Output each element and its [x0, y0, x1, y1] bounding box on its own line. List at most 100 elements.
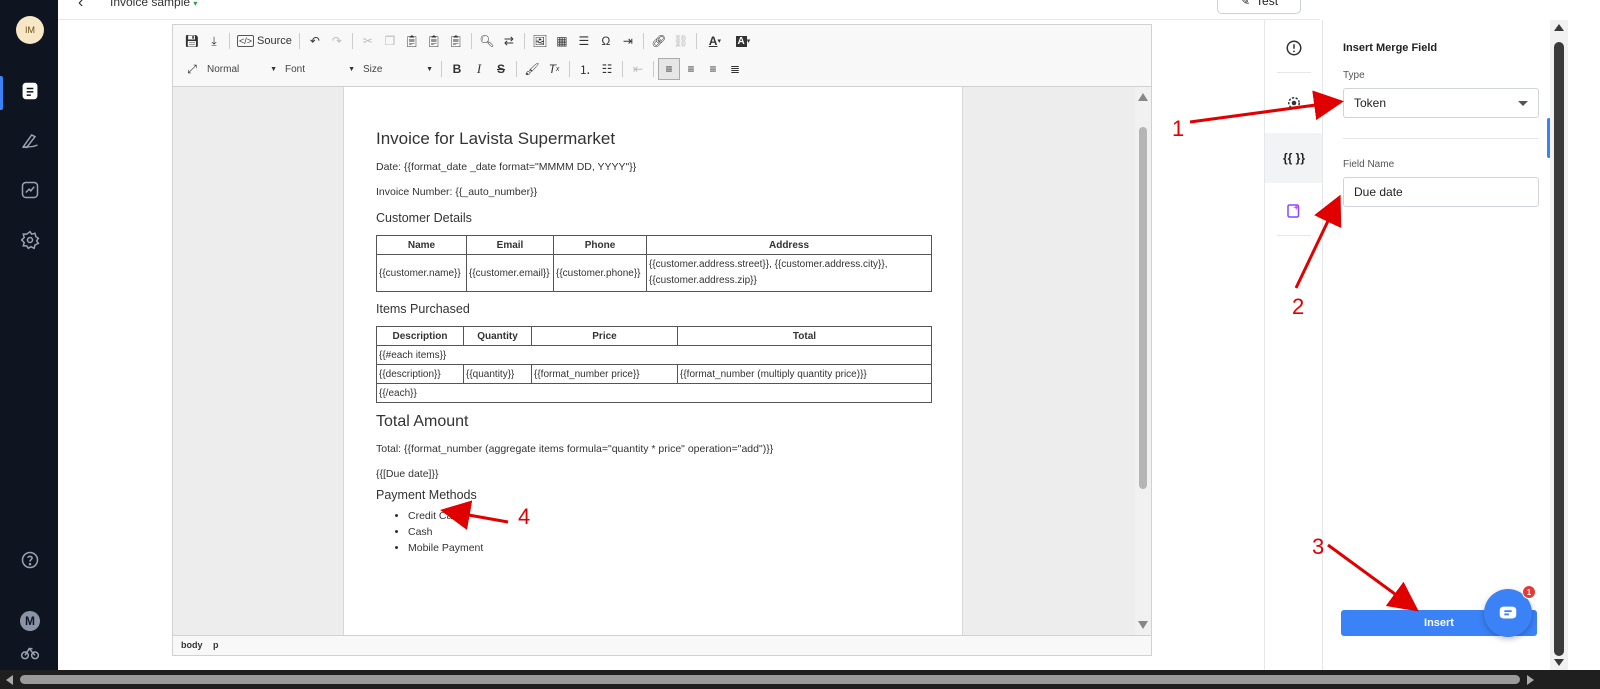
outdent-icon[interactable]: ⇤	[627, 58, 649, 80]
table-cell: {{format_number (multiply quantity price…	[677, 364, 932, 384]
image-icon[interactable]: 🖼︎	[529, 30, 551, 52]
table-cell: {{/each}}	[376, 383, 932, 403]
payment-list: Credit Card Cash Mobile Payment	[408, 510, 930, 554]
size-select[interactable]: Size ▼	[359, 58, 437, 80]
tab-ai[interactable]	[1265, 186, 1323, 236]
annotation-3: 3	[1312, 534, 1325, 559]
link-icon[interactable]: 🔗︎	[648, 30, 670, 52]
separator	[1277, 72, 1311, 73]
total-heading: Total Amount	[376, 413, 469, 430]
text-color-icon[interactable]: A ▾	[701, 30, 729, 52]
paste-text-icon[interactable]: 📋︎	[423, 30, 445, 52]
scroll-down-icon[interactable]	[1554, 659, 1564, 666]
due-date-token: {{[Due date]}}	[376, 468, 439, 480]
table-header: Address	[646, 235, 932, 255]
help-icon[interactable]	[18, 548, 42, 572]
tab-info[interactable]	[1265, 23, 1323, 73]
numbered-list-icon[interactable]: ⒈	[574, 58, 596, 80]
separator	[298, 33, 300, 49]
strike-icon[interactable]: S	[490, 58, 512, 80]
separator	[642, 33, 644, 49]
document-title[interactable]: Invoice sample ▾	[110, 0, 197, 9]
paste-icon[interactable]: 📋︎	[401, 30, 423, 52]
replace-icon[interactable]: ⇄	[498, 30, 520, 52]
italic-icon[interactable]: I	[468, 58, 490, 80]
bg-color-icon[interactable]: A ▾	[729, 30, 757, 52]
source-icon: </>	[237, 35, 255, 47]
horizontal-line-icon[interactable]: ☰	[573, 30, 595, 52]
paste-word-icon[interactable]: 📋︎	[445, 30, 467, 52]
back-arrow-icon[interactable]: ‹	[78, 0, 83, 12]
chart-icon[interactable]	[18, 178, 42, 202]
save-icon[interactable]: 💾︎	[181, 30, 203, 52]
separator	[351, 33, 353, 49]
table-cell: {{customer.name}}	[376, 254, 467, 292]
editor-content-area[interactable]: Invoice for Lavista Supermarket Date: {{…	[173, 87, 1151, 635]
scroll-thumb[interactable]	[1554, 42, 1564, 656]
scroll-thumb[interactable]	[20, 675, 1520, 684]
find-icon[interactable]: 🔍︎	[476, 30, 498, 52]
bold-icon[interactable]: B	[446, 58, 468, 80]
list-item: Credit Card	[408, 510, 930, 522]
page-scrollbar[interactable]	[1550, 20, 1568, 670]
items-heading: Items Purchased	[376, 302, 470, 316]
chevron-down-icon: ▼	[270, 65, 277, 73]
source-button[interactable]: </> Source	[234, 30, 295, 52]
test-button[interactable]: ✎ Test	[1217, 0, 1301, 14]
document-title-heading: Invoice for Lavista Supermarket	[376, 129, 616, 148]
special-char-icon[interactable]: Ω	[595, 30, 617, 52]
scroll-right-icon[interactable]	[1527, 675, 1534, 685]
font-select[interactable]: Font ▼	[281, 58, 359, 80]
align-left-icon[interactable]: ≡	[658, 58, 680, 80]
user-avatar[interactable]: IM	[16, 16, 44, 44]
tab-merge-fields[interactable]: {{ }}	[1265, 133, 1323, 183]
gear-icon[interactable]	[18, 228, 42, 252]
payment-heading: Payment Methods	[376, 488, 477, 502]
type-label: Type	[1343, 70, 1365, 81]
unlink-icon[interactable]: ⛓	[670, 30, 692, 52]
maximize-icon[interactable]: ⤢	[181, 58, 203, 80]
cut-icon[interactable]: ✂	[357, 30, 379, 52]
path-item[interactable]: body	[181, 640, 203, 650]
horizontal-scrollbar[interactable]	[0, 670, 1600, 689]
annotation-4: 4	[518, 504, 531, 529]
date-line: Date: {{format_date _date format="MMMM D…	[376, 161, 637, 173]
undo-icon[interactable]: ↶	[304, 30, 326, 52]
signature-icon[interactable]	[18, 128, 42, 152]
editor-scrollbar[interactable]	[1135, 87, 1151, 635]
scroll-down-icon[interactable]	[1138, 621, 1148, 629]
bulleted-list-icon[interactable]: ☷	[596, 58, 618, 80]
customer-heading: Customer Details	[376, 211, 472, 225]
active-indicator	[0, 76, 3, 110]
align-right-icon[interactable]: ≡	[702, 58, 724, 80]
indent-block-icon[interactable]: ⇥	[617, 30, 639, 52]
clear-format-icon[interactable]: Tx	[543, 58, 565, 80]
format-painter-icon[interactable]: 🖌︎	[521, 58, 543, 80]
copy-icon[interactable]: ❐	[379, 30, 401, 52]
document-icon[interactable]	[18, 79, 42, 103]
field-name-label: Field Name	[1343, 159, 1395, 170]
scroll-up-icon[interactable]	[1138, 93, 1148, 101]
scroll-up-icon[interactable]	[1554, 24, 1564, 31]
path-item[interactable]: p	[213, 640, 219, 650]
format-select[interactable]: Normal ▼	[203, 58, 281, 80]
scroll-thumb[interactable]	[1139, 127, 1147, 489]
align-center-icon[interactable]: ≡	[680, 58, 702, 80]
justify-icon[interactable]: ≣	[724, 58, 746, 80]
scroll-left-icon[interactable]	[6, 675, 13, 685]
table-cell: {{#each items}}	[376, 345, 932, 365]
table-icon[interactable]: ▦	[551, 30, 573, 52]
chevron-down-icon: ▼	[348, 65, 355, 73]
document-page[interactable]: Invoice for Lavista Supermarket Date: {{…	[343, 87, 963, 635]
type-select[interactable]: Token	[1343, 88, 1539, 118]
download-icon[interactable]: ⤓	[203, 30, 225, 52]
edit-icon: ✎	[1239, 0, 1251, 8]
field-name-input[interactable]: Due date	[1343, 177, 1539, 207]
notification-badge: 1	[1522, 585, 1536, 599]
workspace-avatar[interactable]: M	[20, 611, 40, 631]
panel-title: Insert Merge Field	[1343, 42, 1438, 54]
redo-icon[interactable]: ↷	[326, 30, 348, 52]
tab-preview[interactable]	[1265, 78, 1323, 128]
list-item: Mobile Payment	[408, 542, 930, 554]
table-cell: {{customer.email}}	[466, 254, 554, 292]
